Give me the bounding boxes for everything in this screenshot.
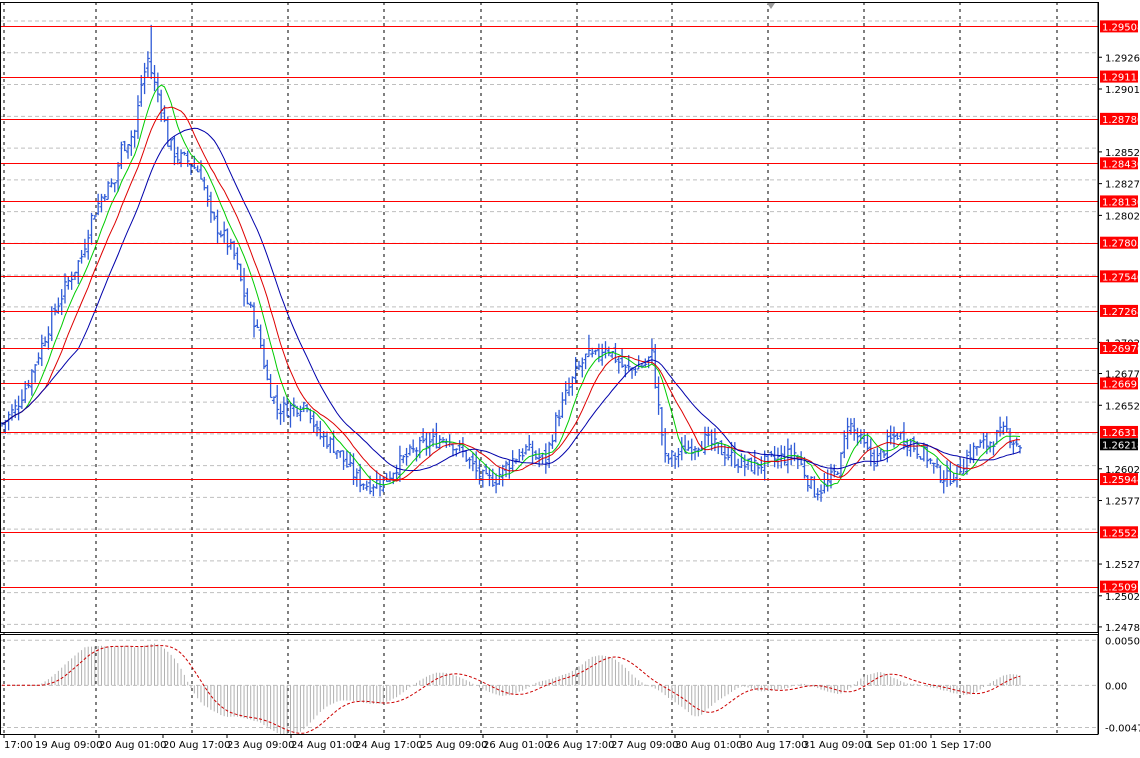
trading-chart[interactable]: 1.292651.290151.285201.282701.280201.270… [0, 0, 1140, 754]
price-axis-label: 1.26525 [1105, 401, 1140, 412]
time-axis-label: 30 Aug 17:00 [740, 740, 807, 751]
current-price-label: 1.26218 [1102, 440, 1140, 451]
oscillator-axis-label: 0.00509 [1105, 636, 1140, 647]
time-axis-label: 20 Aug 01:00 [99, 740, 166, 751]
price-level-label: 1.25525 [1102, 528, 1140, 539]
price-level-label: 1.28130 [1102, 197, 1140, 208]
time-axis-label: 25 Aug 09:00 [420, 740, 487, 751]
chart-canvas[interactable]: 1.292651.290151.285201.282701.280201.270… [0, 0, 1140, 754]
price-level-label: 1.27805 [1102, 239, 1140, 250]
time-axis-label: 1 Sep 17:00 [931, 740, 991, 751]
price-axis-label: 1.28020 [1105, 211, 1140, 222]
time-axis-label: 26 Aug 17:00 [547, 740, 614, 751]
price-level-label: 1.26315 [1102, 428, 1140, 439]
time-axis-label: 17:00 [4, 740, 33, 751]
price-axis-label: 1.25275 [1105, 560, 1140, 571]
price-level-label: 1.27268 [1102, 307, 1140, 318]
time-axis-label: 30 Aug 01:00 [675, 740, 742, 751]
time-axis-label: 23 Aug 09:00 [227, 740, 294, 751]
price-axis-label: 1.28270 [1105, 180, 1140, 191]
time-axis-label: 31 Aug 09:00 [803, 740, 870, 751]
time-axis-label: 24 Aug 01:00 [291, 740, 358, 751]
price-level-label: 1.26697 [1102, 379, 1140, 390]
time-axis-label: 24 Aug 17:00 [355, 740, 422, 751]
price-axis-label: 1.24780 [1105, 623, 1140, 634]
price-level-label: 1.28430 [1102, 159, 1140, 170]
price-axis-label: 1.25775 [1105, 497, 1140, 508]
time-axis-label: 26 Aug 01:00 [483, 740, 550, 751]
price-level-label: 1.26976 [1102, 344, 1140, 355]
chart-background [0, 0, 1140, 754]
price-axis-label: 1.28520 [1105, 148, 1140, 159]
price-axis-label: 1.29015 [1105, 85, 1140, 96]
price-level-label: 1.27540 [1102, 272, 1140, 283]
time-axis-label: 19 Aug 09:00 [35, 740, 102, 751]
price-level-label: 1.25944 [1102, 475, 1140, 486]
time-axis-label: 27 Aug 09:00 [611, 740, 678, 751]
time-axis-label: 1 Sep 01:00 [867, 740, 927, 751]
oscillator-axis-label: 0.00 [1105, 681, 1127, 692]
price-level-label: 1.29113 [1102, 73, 1140, 84]
price-level-label: 1.25097 [1102, 583, 1140, 594]
price-level-label: 1.28780 [1102, 115, 1140, 126]
price-axis-label: 1.29265 [1105, 53, 1140, 64]
time-axis-label: 20 Aug 17:00 [163, 740, 230, 751]
oscillator-axis-label: -0.00476 [1105, 723, 1140, 734]
price-level-label: 1.29508 [1102, 22, 1140, 33]
